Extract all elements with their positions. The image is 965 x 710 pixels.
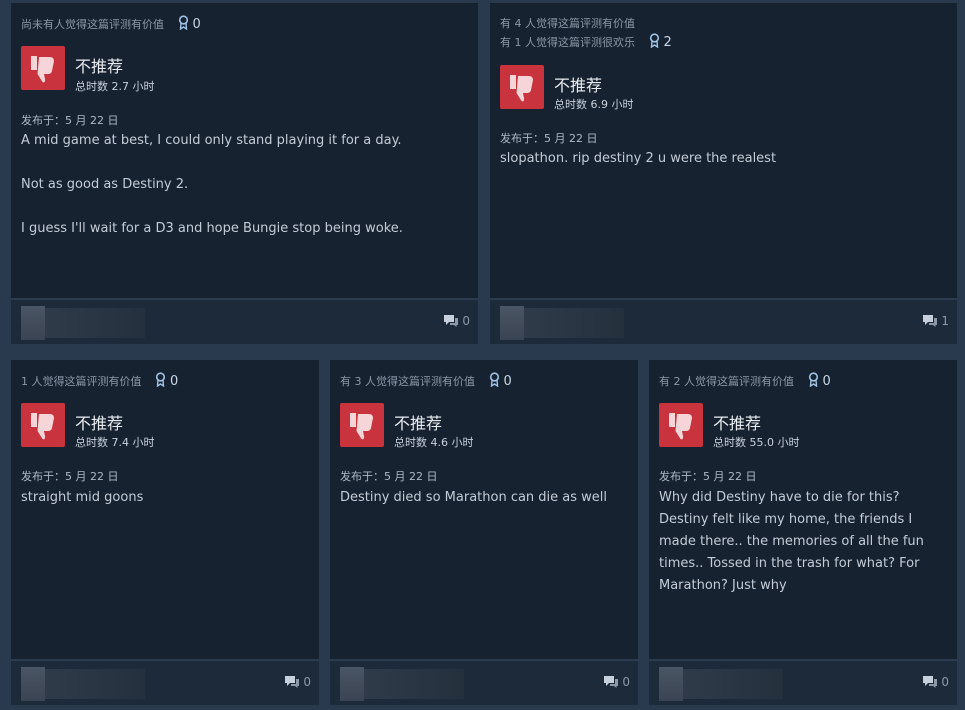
playtime: 总时数 55.0 小时 bbox=[713, 436, 800, 449]
recommend-label: 不推荐 bbox=[75, 414, 124, 433]
thumbs-down-icon bbox=[659, 403, 703, 447]
review-card: 1 人觉得这篇评测有价值 0 不推荐 总时数 7.4 小时 发布于：5 月 22… bbox=[11, 360, 319, 705]
review-body: straight mid goons bbox=[21, 487, 309, 531]
thumbs-down-icon bbox=[500, 65, 544, 109]
award-count: 2 bbox=[663, 35, 672, 50]
award-button[interactable]: 0 bbox=[155, 372, 178, 391]
posted-date: 发布于：5 月 22 日 bbox=[21, 470, 119, 483]
recommend-label: 不推荐 bbox=[554, 76, 603, 95]
helpful-text: 有 2 人觉得这篇评测有价值 bbox=[659, 375, 794, 388]
avatar[interactable] bbox=[340, 667, 364, 701]
review-body: Destiny died so Marathon can die as well bbox=[340, 487, 628, 531]
review-card: 有 3 人觉得这篇评测有价值 0 不推荐 总时数 4.6 小时 发布于：5 月 … bbox=[330, 360, 638, 705]
posted-date: 发布于：5 月 22 日 bbox=[21, 114, 119, 127]
playtime: 总时数 7.4 小时 bbox=[75, 436, 155, 449]
recommend-label: 不推荐 bbox=[713, 414, 762, 433]
award-icon bbox=[808, 372, 818, 388]
comment-icon bbox=[923, 315, 938, 327]
review-paragraph: Destiny died so Marathon can die as well bbox=[340, 490, 608, 505]
award-count: 0 bbox=[192, 17, 201, 32]
review-paragraph: A mid game at best, I could only stand p… bbox=[21, 133, 402, 148]
avatar[interactable] bbox=[21, 667, 45, 701]
review-body: A mid game at best, I could only stand p… bbox=[21, 130, 468, 262]
review-helpful-header: 有 3 人觉得这篇评测有价值 0 bbox=[340, 372, 628, 390]
comment-count: 1 bbox=[941, 314, 949, 328]
helpful-text: 尚未有人觉得这篇评测有价值 bbox=[21, 18, 164, 31]
comment-icon bbox=[285, 676, 300, 688]
playtime: 总时数 4.6 小时 bbox=[394, 436, 474, 449]
posted-date: 发布于：5 月 22 日 bbox=[340, 470, 438, 483]
award-count: 0 bbox=[170, 374, 179, 389]
review-card: 尚未有人觉得这篇评测有价值 0 不推荐 总时数 2.7 小时 发布于：5 月 2… bbox=[11, 3, 478, 344]
review-body: slopathon. rip destiny 2 u were the real… bbox=[500, 148, 947, 192]
review-footer: 0 bbox=[11, 298, 478, 344]
award-button[interactable]: 0 bbox=[489, 372, 512, 391]
avatar[interactable] bbox=[500, 306, 524, 340]
comment-icon bbox=[444, 315, 459, 327]
review-paragraph: slopathon. rip destiny 2 u were the real… bbox=[500, 151, 777, 166]
funny-text: 有 1 人觉得这篇评测很欢乐 bbox=[500, 36, 635, 49]
review-paragraph: Not as good as Destiny 2. bbox=[21, 177, 189, 192]
review-body: Why did Destiny have to die for this? De… bbox=[659, 487, 947, 619]
review-card: 有 4 人觉得这篇评测有价值 有 1 人觉得这篇评测很欢乐 2 不推荐 总时数 … bbox=[490, 3, 957, 344]
award-icon bbox=[178, 15, 188, 31]
reviewer-name[interactable] bbox=[524, 308, 624, 338]
review-card: 有 2 人觉得这篇评测有价值 0 不推荐 总时数 55.0 小时 发布于：5 月… bbox=[649, 360, 957, 705]
comment-icon bbox=[604, 676, 619, 688]
comment-button[interactable]: 1 bbox=[922, 314, 949, 328]
review-helpful-header: 尚未有人觉得这篇评测有价值 0 bbox=[21, 15, 468, 33]
award-icon bbox=[155, 372, 166, 388]
review-footer: 1 bbox=[490, 298, 957, 344]
review-helpful-header: 有 4 人觉得这篇评测有价值 有 1 人觉得这篇评测很欢乐 2 bbox=[500, 15, 947, 51]
award-button[interactable]: 0 bbox=[808, 372, 831, 391]
review-helpful-header: 1 人觉得这篇评测有价值 0 bbox=[21, 372, 309, 390]
award-count: 0 bbox=[503, 374, 512, 389]
thumbs-down-icon bbox=[21, 403, 65, 447]
comment-button[interactable]: 0 bbox=[922, 675, 949, 689]
thumbs-down-icon bbox=[21, 46, 65, 90]
thumbs-down-icon bbox=[340, 403, 384, 447]
comment-count: 0 bbox=[303, 675, 311, 689]
recommend-label: 不推荐 bbox=[75, 57, 124, 76]
review-paragraph: straight mid goons bbox=[21, 490, 144, 505]
award-icon bbox=[649, 33, 659, 49]
reviewer-name[interactable] bbox=[45, 669, 145, 699]
comment-button[interactable]: 0 bbox=[284, 675, 311, 689]
playtime: 总时数 2.7 小时 bbox=[75, 80, 155, 93]
comment-button[interactable]: 0 bbox=[603, 675, 630, 689]
award-button[interactable]: 2 bbox=[649, 33, 672, 52]
posted-date: 发布于：5 月 22 日 bbox=[659, 470, 757, 483]
helpful-text: 有 4 人觉得这篇评测有价值 bbox=[500, 17, 635, 30]
comment-count: 0 bbox=[941, 675, 949, 689]
award-icon bbox=[489, 372, 499, 388]
avatar[interactable] bbox=[659, 667, 683, 701]
helpful-text: 1 人觉得这篇评测有价值 bbox=[21, 375, 142, 388]
review-helpful-header: 有 2 人觉得这篇评测有价值 0 bbox=[659, 372, 947, 390]
review-footer: 0 bbox=[330, 659, 638, 705]
reviewer-name[interactable] bbox=[364, 669, 464, 699]
comment-count: 0 bbox=[622, 675, 630, 689]
helpful-text: 有 3 人觉得这篇评测有价值 bbox=[340, 375, 475, 388]
review-footer: 0 bbox=[649, 659, 957, 705]
recommend-label: 不推荐 bbox=[394, 414, 443, 433]
review-footer: 0 bbox=[11, 659, 319, 705]
comment-count: 0 bbox=[462, 314, 470, 328]
review-paragraph: Why did Destiny have to die for this? De… bbox=[659, 490, 924, 593]
posted-date: 发布于：5 月 22 日 bbox=[500, 132, 598, 145]
playtime: 总时数 6.9 小时 bbox=[554, 98, 634, 111]
award-count: 0 bbox=[822, 374, 831, 389]
award-button[interactable]: 0 bbox=[178, 15, 201, 34]
comment-button[interactable]: 0 bbox=[443, 314, 470, 328]
review-paragraph: I guess I'll wait for a D3 and hope Bung… bbox=[21, 221, 403, 236]
comment-icon bbox=[923, 676, 938, 688]
avatar[interactable] bbox=[21, 306, 45, 340]
reviewer-name[interactable] bbox=[683, 669, 783, 699]
reviewer-name[interactable] bbox=[45, 308, 145, 338]
